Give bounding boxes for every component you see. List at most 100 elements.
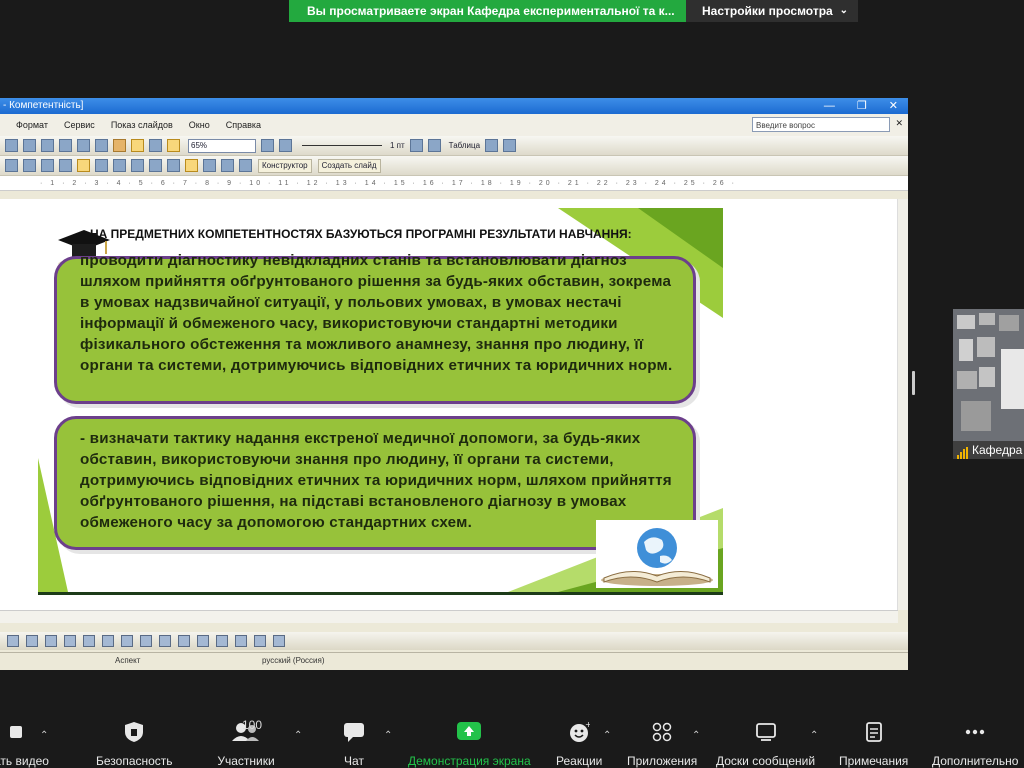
minimize-icon[interactable]: — (824, 98, 835, 114)
oval-icon[interactable] (45, 635, 57, 647)
pen-color-icon[interactable] (409, 139, 423, 152)
close-icon[interactable]: ✕ (895, 118, 903, 129)
rectangle-icon[interactable] (26, 635, 38, 647)
italic-icon[interactable] (23, 159, 36, 172)
participant-video[interactable]: Кафедра експ (953, 309, 1024, 459)
arrow-icon[interactable] (7, 635, 19, 647)
menu-help[interactable]: Справка (226, 120, 261, 130)
picture-icon[interactable] (140, 635, 152, 647)
underline-icon[interactable] (41, 159, 54, 172)
participant-video-feed (953, 309, 1024, 441)
participant-name-label: Кафедра експ (972, 443, 1024, 457)
notes-label: Примечания (839, 754, 909, 768)
horizontal-scrollbar[interactable] (0, 610, 898, 623)
formatting-toolbar: Конструктор Создать слайд (0, 156, 908, 176)
whiteboards-options-chevron-icon[interactable]: ⌃ (810, 730, 818, 741)
panel-splitter[interactable] (912, 371, 915, 395)
participants-options-chevron-icon[interactable]: ⌃ (294, 730, 302, 741)
menu-window[interactable]: Окно (189, 120, 210, 130)
textbox-icon[interactable] (64, 635, 76, 647)
status-design: Аспект (115, 656, 141, 665)
ask-question-input[interactable]: Введите вопрос (752, 117, 890, 132)
video-options-chevron-icon[interactable]: ⌃ (40, 730, 48, 741)
chart-icon[interactable] (113, 139, 126, 152)
line-color-icon[interactable] (178, 635, 190, 647)
maximize-icon[interactable]: ❐ (857, 98, 867, 114)
line-style-icon[interactable] (216, 635, 228, 647)
table-icon[interactable] (149, 139, 162, 152)
outcome-text-2: - визначати тактику надання екстреної ме… (80, 430, 672, 531)
draw-icon[interactable] (131, 139, 144, 152)
share-screen-button[interactable]: Демонстрация экрана (408, 720, 531, 768)
chat-options-chevron-icon[interactable]: ⌃ (384, 730, 392, 741)
reactions-label: Реакции (556, 754, 603, 768)
dash-style-icon[interactable] (235, 635, 247, 647)
font-color-icon[interactable] (239, 159, 252, 172)
security-button[interactable]: Безопасность (96, 720, 173, 768)
vertical-scrollbar[interactable] (897, 199, 908, 610)
line-style-preview[interactable] (302, 145, 382, 146)
zoom-select[interactable]: 65% (188, 138, 256, 153)
security-label: Безопасность (96, 754, 173, 768)
standard-toolbar: 65% 1 пт Таблица (0, 136, 908, 156)
shadow-style-icon[interactable] (254, 635, 266, 647)
bullets-icon[interactable] (149, 159, 162, 172)
table-menu[interactable]: Таблица (449, 141, 480, 150)
menu-format[interactable]: Формат (16, 120, 48, 130)
new-icon[interactable] (5, 139, 18, 152)
bold-icon[interactable] (5, 159, 18, 172)
3d-style-icon[interactable] (273, 635, 285, 647)
horizontal-ruler: · 1 · 2 · 3 · 4 · 5 · 6 · 7 · 8 · 9 · 10… (0, 176, 908, 191)
grayscale-icon[interactable] (167, 139, 180, 152)
chat-button[interactable]: Чат (343, 720, 365, 768)
menu-slideshow[interactable]: Показ слайдов (111, 120, 173, 130)
numbering-icon[interactable] (167, 159, 180, 172)
slide-heading: НА ПРЕДМЕТНИХ КОМПЕТЕНТНОСТЯХ БАЗУЮТЬСЯ … (90, 227, 632, 241)
reactions-options-chevron-icon[interactable]: ⌃ (603, 730, 611, 741)
print-icon[interactable] (59, 139, 72, 152)
close-icon[interactable]: ✕ (889, 98, 898, 114)
align-left-icon[interactable] (77, 159, 90, 172)
clipart-icon[interactable] (121, 635, 133, 647)
share-screen-label: Демонстрация экрана (408, 754, 531, 768)
constructor-button[interactable]: Конструктор (258, 158, 312, 173)
undo-icon[interactable] (77, 139, 90, 152)
view-settings-button[interactable]: Настройки просмотра ⌄ (686, 0, 858, 22)
create-slide-button[interactable]: Создать слайд (317, 158, 381, 173)
merge-cells-icon[interactable] (485, 139, 499, 152)
border-icon[interactable] (279, 139, 292, 152)
save-icon[interactable] (41, 139, 54, 152)
redo-icon[interactable] (95, 139, 108, 152)
help-icon[interactable] (261, 139, 274, 152)
apps-options-chevron-icon[interactable]: ⌃ (692, 730, 700, 741)
open-icon[interactable] (23, 139, 36, 152)
notes-button[interactable]: Примечания (839, 720, 908, 768)
participant-name: Кафедра експ (953, 441, 1024, 459)
font-decrease-icon[interactable] (203, 159, 216, 172)
border-color-icon[interactable] (427, 139, 441, 152)
video-label: ать видео (0, 754, 49, 768)
participants-label: Участники (217, 754, 275, 768)
reactions-button[interactable]: + Реакции (556, 720, 602, 768)
align-icon[interactable] (503, 139, 517, 152)
shield-icon (125, 722, 144, 742)
align-right-icon[interactable] (113, 159, 126, 172)
whiteboards-button[interactable]: Доски сообщений (716, 720, 815, 768)
fill-color-icon[interactable] (159, 635, 171, 647)
justify-icon[interactable] (131, 159, 144, 172)
more-button[interactable]: Дополнительно (932, 720, 1018, 768)
diagram-icon[interactable] (102, 635, 114, 647)
meeting-toolbar: ать видео ⌃ Безопасность 100 Участники ⌃… (0, 706, 1024, 768)
font-color-icon[interactable] (197, 635, 209, 647)
apps-button[interactable]: Приложения (627, 720, 697, 768)
line-weight-select[interactable]: 1 пт (390, 141, 405, 150)
menu-service[interactable]: Сервис (64, 120, 95, 130)
font-increase-icon[interactable] (185, 159, 198, 172)
indent-icon[interactable] (221, 159, 234, 172)
video-button[interactable]: ать видео (0, 720, 49, 768)
wordart-icon[interactable] (83, 635, 95, 647)
shadow-icon[interactable] (59, 159, 72, 172)
participants-button[interactable]: 100 Участники (216, 718, 276, 768)
whiteboards-label: Доски сообщений (716, 754, 816, 768)
align-center-icon[interactable] (95, 159, 108, 172)
